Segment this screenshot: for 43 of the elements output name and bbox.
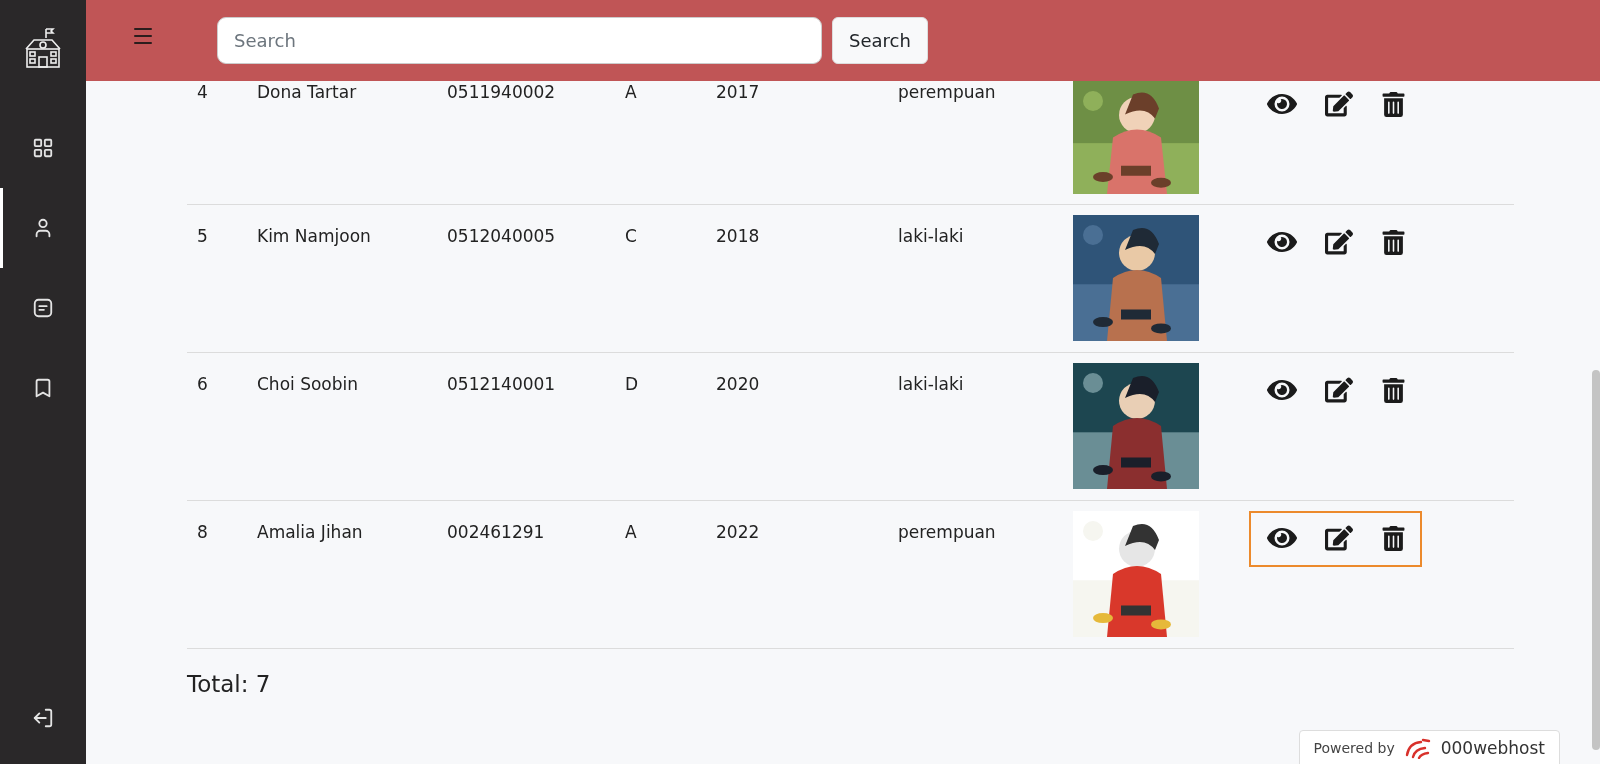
table-cell-text: 002461291 (446, 521, 546, 544)
edit-icon[interactable] (1325, 228, 1353, 256)
edit-icon[interactable] (1325, 376, 1353, 404)
delete-icon[interactable] (1381, 229, 1406, 255)
table-cell-text: 2020 (715, 373, 761, 396)
dashboard-icon (32, 137, 54, 159)
table-cell-text: Choi Soobin (256, 373, 360, 396)
table-cell-text: laki-laki (897, 225, 965, 248)
table-cell-text: perempuan (897, 81, 997, 104)
badge-label: Powered by (1313, 740, 1395, 756)
table-cell-text: 5 (196, 225, 209, 248)
logout-icon (32, 707, 54, 729)
search-button[interactable]: Search (832, 17, 928, 64)
table-cell-text: 4 (196, 81, 209, 104)
edit-icon[interactable] (1325, 524, 1353, 552)
table-cell-text: A (624, 81, 638, 104)
table-cell-text: 2022 (715, 521, 761, 544)
edit-icon[interactable] (1325, 90, 1353, 118)
search-field[interactable]: Search (217, 17, 822, 64)
delete-icon[interactable] (1381, 525, 1406, 551)
table-cell-text: 2018 (715, 225, 761, 248)
delete-icon[interactable] (1381, 91, 1406, 117)
delete-icon[interactable] (1381, 377, 1406, 403)
table-cell-text: 0511940002 (446, 81, 557, 104)
school-logo (24, 27, 62, 69)
table-cell-text: 8 (196, 521, 209, 544)
table-cell-text: perempuan (897, 521, 997, 544)
badge-brand: 000webhost (1440, 738, 1545, 758)
table-cell-text: C (624, 225, 638, 248)
total-count: Total: 7 (187, 671, 271, 697)
table-cell-text: Amalia Jihan (256, 521, 364, 544)
scrollbar[interactable] (1592, 370, 1600, 750)
note-icon (32, 297, 54, 319)
table-cell-text: laki-laki (897, 373, 965, 396)
table-cell-text: A (624, 521, 638, 544)
table-cell-text: 2017 (715, 81, 761, 104)
table-cell-text: 6 (196, 373, 209, 396)
hosting-badge[interactable]: Powered by 000webhost (1298, 730, 1560, 764)
table-cell-text: Dona Tartar (256, 81, 358, 104)
table-cell-text: 0512140001 (446, 373, 557, 396)
table-cell-text: 0512040005 (446, 225, 557, 248)
table-cell-text: D (624, 373, 640, 396)
table-cell-text: Kim Namjoon (256, 225, 372, 248)
